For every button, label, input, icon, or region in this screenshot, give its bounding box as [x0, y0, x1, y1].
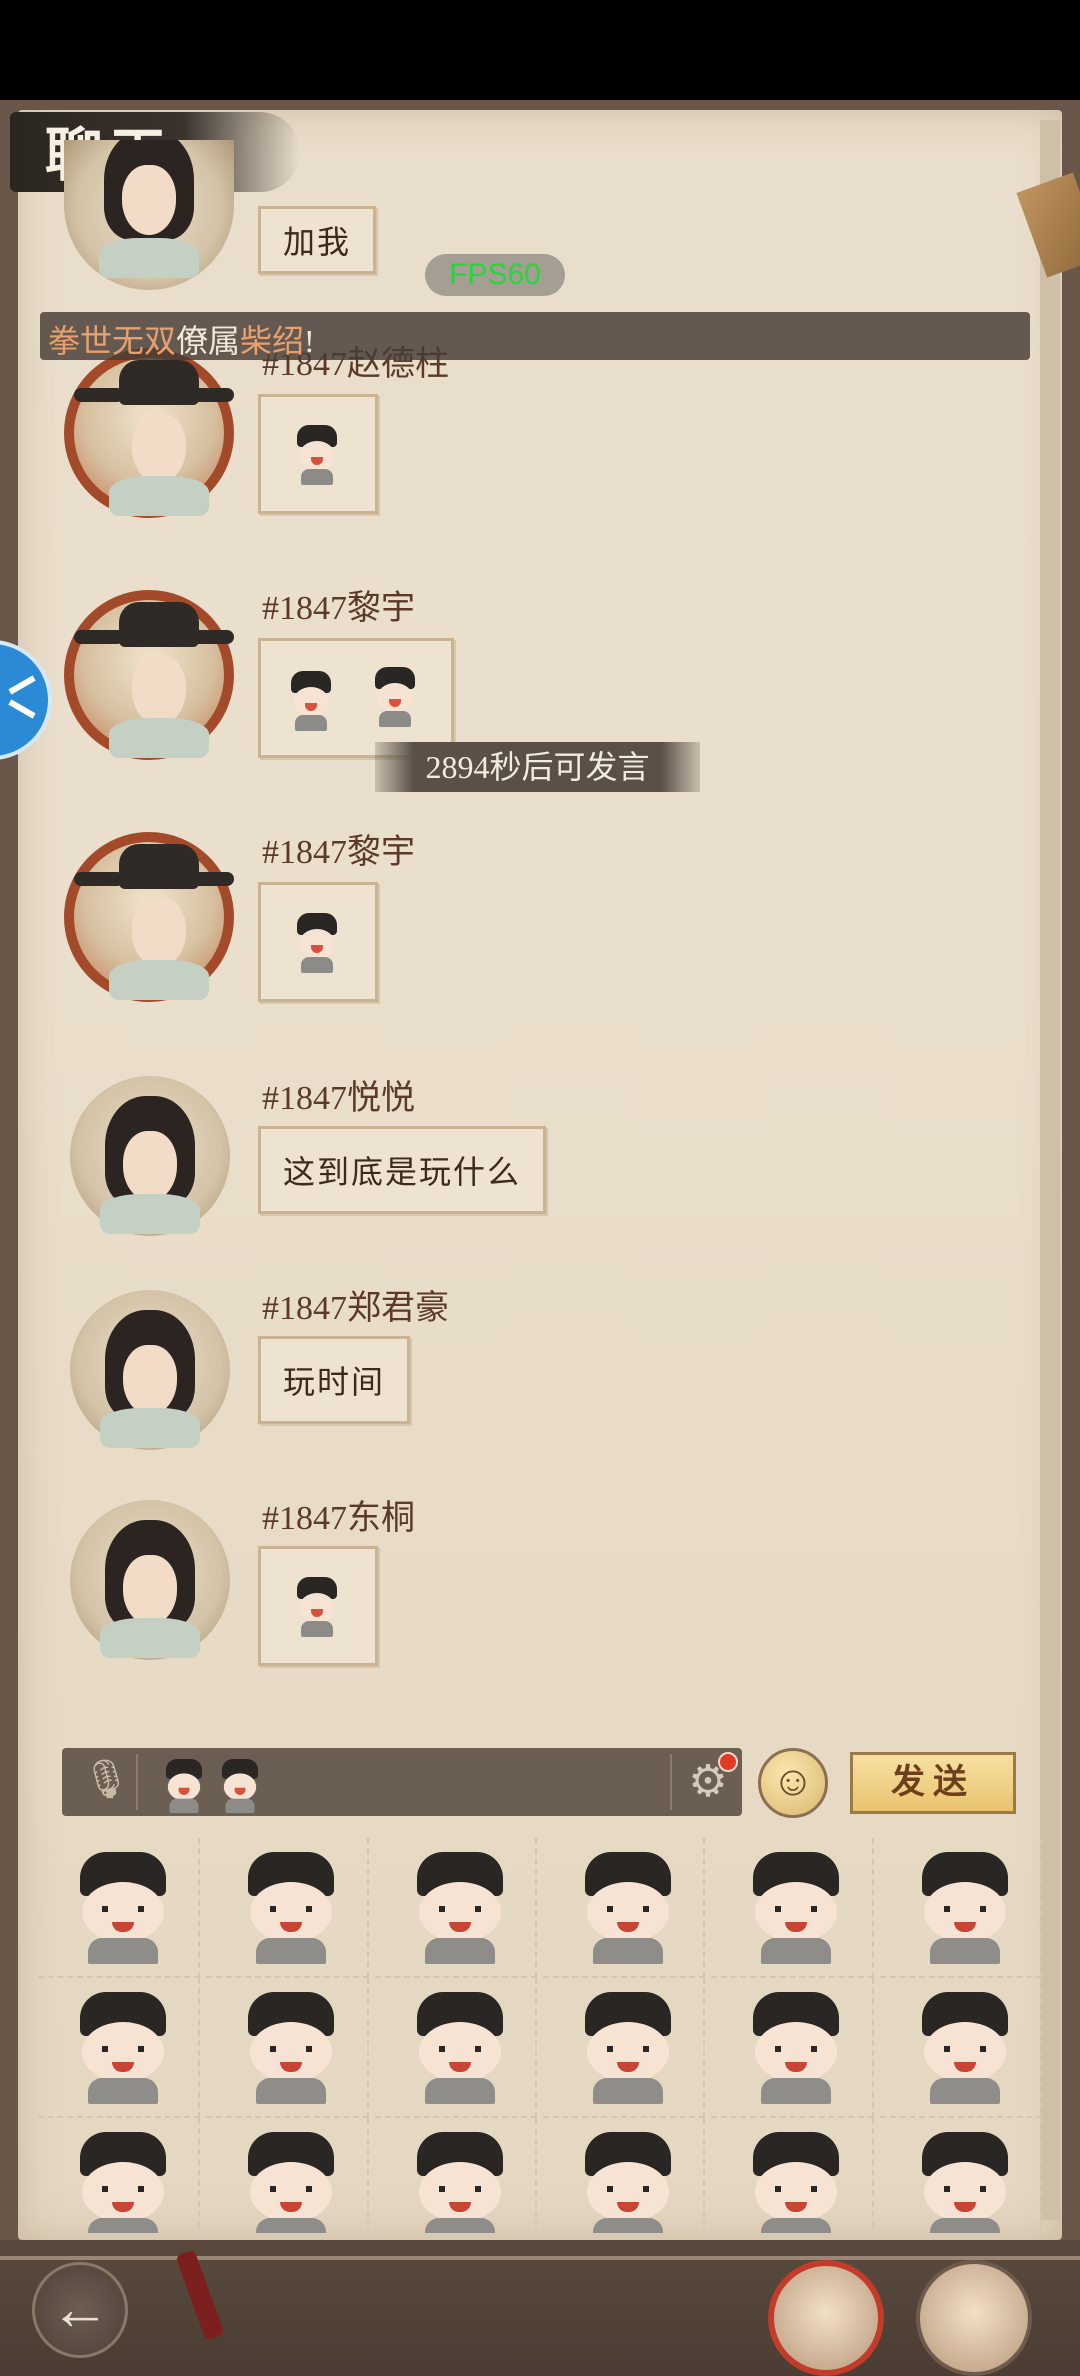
- message-bubble: 这到底是玩什么: [258, 1126, 547, 1214]
- elder-character-tab[interactable]: [916, 2260, 1032, 2376]
- avatar[interactable]: [70, 1290, 230, 1450]
- avatar[interactable]: [70, 1500, 230, 1660]
- emoji-sticker: [405, 1992, 515, 2104]
- emoji-sticker: [573, 1852, 683, 1964]
- bottom-divider: [0, 2256, 1080, 2260]
- avatar[interactable]: [64, 832, 234, 1002]
- emoji-sleepy[interactable]: [543, 2118, 706, 2233]
- sender-name[interactable]: #1847悦悦: [262, 1070, 415, 1119]
- emoji-crying-tissue[interactable]: [711, 1838, 874, 1978]
- emoji-sobbing[interactable]: [542, 1978, 706, 2118]
- emoji-sticker: [291, 913, 343, 973]
- emoji-sticker: [741, 1992, 851, 2104]
- sender-name[interactable]: #1847黎宇: [262, 580, 415, 629]
- notification-dot: [718, 1752, 738, 1772]
- emoji-nosebleed[interactable]: [542, 1838, 706, 1978]
- emoji-sticker: [573, 1992, 683, 2104]
- emoji-watermelon[interactable]: [879, 1978, 1042, 2118]
- emoji-covering-mouth[interactable]: [206, 1838, 369, 1978]
- emoji-bubble: [258, 882, 378, 1002]
- emoji-sticker: [910, 1852, 1020, 1964]
- emoji-sticker: [291, 425, 343, 485]
- input-divider: [136, 1754, 138, 1810]
- emoji-sticker: [741, 1852, 851, 1964]
- emoji-bubble: [258, 394, 378, 514]
- emoji-pointing-up[interactable]: [879, 1838, 1042, 1978]
- emoji-sticker: [910, 2132, 1020, 2233]
- emoji-smiling[interactable]: [38, 2118, 201, 2233]
- emoji-bubble: [258, 638, 454, 758]
- system-broadcast-text: 拳世无双僚属柴绍!: [48, 316, 315, 362]
- emoji-sticker: [236, 2132, 346, 2233]
- broadcast-person: 柴绍: [240, 323, 305, 359]
- emoji-sticker: [68, 1852, 178, 1964]
- paper-edge: [1040, 120, 1060, 2220]
- emoji-holding-fish[interactable]: [880, 2118, 1042, 2233]
- input-emoji-preview: [217, 1759, 264, 1813]
- emoji-pouting[interactable]: [206, 1978, 369, 2118]
- emoji-sticker: [573, 2132, 683, 2233]
- emoji-fish-jump[interactable]: [206, 2118, 369, 2233]
- message-bubble: 玩时间: [258, 1336, 411, 1424]
- status-bar-blackout: [0, 0, 1080, 100]
- emoji-bubble: [258, 1546, 378, 1666]
- broadcast-punctuation: !: [304, 323, 315, 359]
- emoji-confused[interactable]: [374, 1838, 537, 1978]
- input-divider: [670, 1754, 672, 1810]
- broadcast-role: 僚属: [176, 323, 241, 359]
- speak-cooldown-toast: 2894秒后可发言: [375, 742, 700, 792]
- emoji-sticker: [741, 2132, 851, 2233]
- chevron-icon: [8, 675, 36, 695]
- input-emoji-preview: [161, 1759, 208, 1813]
- emoji-laughing[interactable]: [38, 1838, 201, 1978]
- chat-character-tab[interactable]: [768, 2260, 884, 2376]
- back-arrow-icon[interactable]: ←: [32, 2262, 128, 2358]
- microphone-icon[interactable]: 🎙: [82, 1758, 130, 1806]
- emoji-sticker: [910, 1992, 1020, 2104]
- emoji-sticker: [369, 667, 421, 727]
- emoji-dizzy[interactable]: [711, 2118, 874, 2233]
- emoji-hugging-fish[interactable]: [375, 2118, 537, 2233]
- emoji-angry[interactable]: [374, 1978, 537, 2118]
- emoji-sticker: [291, 1577, 343, 1637]
- chevron-icon: [8, 699, 36, 719]
- emoji-sticker: [236, 1992, 346, 2104]
- message-bubble: 加我: [258, 206, 377, 274]
- emoji-panel: [38, 1838, 1042, 2233]
- sender-name[interactable]: #1847黎宇: [262, 824, 415, 873]
- emoji-sticker: [68, 1992, 178, 2104]
- avatar[interactable]: [70, 1076, 230, 1236]
- sender-name[interactable]: #1847东桐: [262, 1490, 415, 1539]
- emoji-eating[interactable]: [38, 1978, 201, 2118]
- sender-name[interactable]: #1847郑君豪: [262, 1280, 449, 1329]
- broadcast-title: 拳世无双: [48, 323, 177, 359]
- emoji-thinking[interactable]: [711, 1978, 874, 2118]
- emoji-sticker: [285, 671, 337, 731]
- avatar[interactable]: [64, 348, 234, 518]
- emoji-sticker: [236, 1852, 346, 1964]
- emoji-sticker: [68, 2132, 178, 2233]
- emoji-sticker: [405, 2132, 515, 2233]
- send-button[interactable]: 发送: [850, 1752, 1016, 1814]
- fps-counter: FPS60: [425, 254, 565, 296]
- emoji-sticker: [405, 1852, 515, 1964]
- avatar[interactable]: [64, 590, 234, 760]
- smiley-icon[interactable]: ☺: [758, 1748, 828, 1818]
